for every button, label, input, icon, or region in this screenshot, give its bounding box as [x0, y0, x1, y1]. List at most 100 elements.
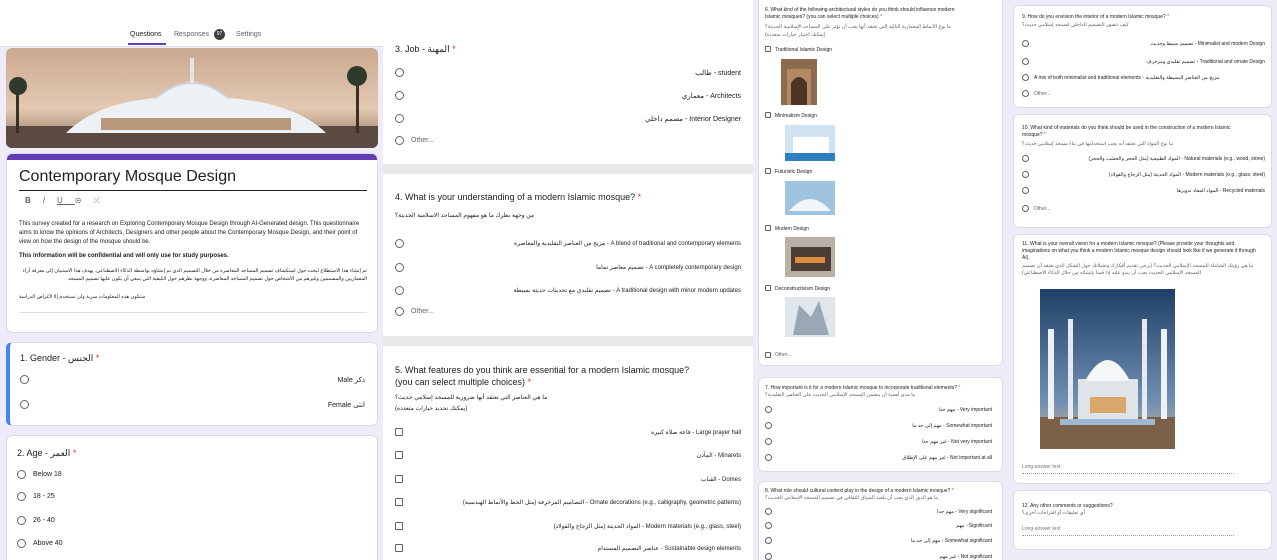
question-card-styles[interactable]: 6. What kind of the following architectu…	[758, 0, 1003, 366]
other-option[interactable]: Other...	[411, 137, 434, 144]
checkbox[interactable]	[395, 428, 403, 436]
radio-button[interactable]	[395, 68, 404, 77]
underline-button[interactable]: U	[57, 196, 75, 205]
form-confidentiality-note[interactable]: This information will be confidential an…	[19, 253, 367, 259]
question-card-traditional-importance[interactable]: 7. How important is it for a modern Isla…	[758, 377, 1003, 472]
question-card-age[interactable]: 2. Age - العمر * Below 18 18 - 25 26 - 4…	[6, 435, 378, 560]
radio-button[interactable]	[395, 91, 404, 100]
option-label: عناصر التصميم المستدام - Sustainable des…	[597, 546, 741, 552]
radio-button[interactable]	[395, 307, 404, 316]
option-label: تصميم تقليدي مع تحديثات حديثة بسيطة - A …	[513, 288, 742, 294]
checkbox[interactable]	[395, 451, 403, 459]
radio-button[interactable]	[395, 114, 404, 123]
other-option[interactable]: Other...	[1034, 91, 1050, 97]
radio-button[interactable]	[395, 263, 404, 272]
question-card-interior[interactable]: 9. How do you envision the interior of a…	[1013, 5, 1272, 108]
radio-button[interactable]	[765, 553, 772, 560]
question-card-gender[interactable]: 1. Gender - الجنس * Male ذكر Female انثى	[6, 342, 378, 426]
long-answer-placeholder[interactable]: Long-answer text	[1022, 526, 1060, 532]
question-title-arabic-note: (يمكنك اختيار خيارات متعددة)	[765, 32, 826, 38]
checkbox[interactable]	[765, 112, 771, 118]
checkbox[interactable]	[395, 475, 403, 483]
checkbox[interactable]	[765, 225, 771, 231]
option-label: مزيج من العناصر التقليدية والمعاصرة - A …	[513, 241, 741, 247]
checkbox[interactable]	[765, 285, 771, 291]
question-card-features[interactable]: 5. What features do you think are essent…	[383, 350, 753, 560]
radio-button[interactable]	[1022, 74, 1029, 81]
radio-button[interactable]	[395, 286, 404, 295]
option-label: 26 - 40	[33, 517, 55, 524]
option-label: مهم إلى حد ما - Somewhat significant	[910, 538, 992, 544]
radio-button[interactable]	[395, 239, 404, 248]
tab-responses[interactable]: Responses	[174, 31, 209, 38]
checkbox[interactable]	[765, 46, 771, 52]
bold-button[interactable]: B	[25, 196, 43, 205]
other-option[interactable]: Other...	[1034, 206, 1050, 212]
radio-button[interactable]	[20, 375, 29, 384]
question-title: 4. What is your understanding of a moder…	[395, 192, 641, 202]
long-answer-placeholder[interactable]: Long-answer text	[1022, 464, 1060, 470]
radio-button[interactable]	[765, 522, 772, 529]
radio-button[interactable]	[765, 438, 772, 445]
radio-button[interactable]	[1022, 58, 1029, 65]
radio-button[interactable]	[765, 537, 772, 544]
required-marker: *	[452, 44, 456, 54]
radio-button[interactable]	[1022, 40, 1029, 47]
question-card-materials[interactable]: 10. What kind of materials do you think …	[1013, 114, 1272, 228]
radio-button[interactable]	[20, 400, 29, 409]
other-option[interactable]: Other...	[411, 308, 434, 315]
option-label: Below 18	[33, 471, 62, 478]
title-underline	[19, 190, 367, 191]
radio-button[interactable]	[1022, 187, 1029, 194]
top-tab-bar: Questions Responses 97 Settings	[0, 0, 383, 47]
checkbox[interactable]	[765, 168, 771, 174]
radio-button[interactable]	[1022, 171, 1029, 178]
radio-button[interactable]	[17, 470, 26, 479]
required-marker: *	[527, 377, 532, 387]
checkbox[interactable]	[765, 352, 771, 358]
radio-button[interactable]	[17, 492, 26, 501]
form-title[interactable]: Contemporary Mosque Design	[19, 168, 236, 186]
radio-button[interactable]	[395, 136, 404, 145]
question-title-arabic: ما نوع الأنماط المعمارية التالية التي تع…	[765, 24, 952, 30]
option-label: تصميم معاصر تماما - A completely contemp…	[596, 265, 741, 271]
clear-format-button[interactable]: ⤫	[94, 196, 112, 205]
radio-button[interactable]	[765, 406, 772, 413]
option-label: Modern Design	[775, 226, 809, 232]
question-card-cultural-context[interactable]: 8. What role should cultural context pla…	[758, 481, 1003, 560]
question-card-overall-vision[interactable]: 11. What is your overall vision for a mo…	[1013, 234, 1272, 484]
radio-button[interactable]	[1022, 90, 1029, 97]
question-title: 12. Any other comments or suggestions?	[1022, 503, 1113, 509]
radio-button[interactable]	[765, 508, 772, 515]
radio-button[interactable]	[17, 516, 26, 525]
option-label: Above 40	[33, 540, 63, 547]
question-card-understanding[interactable]: 4. What is your understanding of a moder…	[383, 176, 753, 336]
tab-questions[interactable]: Questions	[130, 31, 162, 38]
form-editor-column-4: 9. How do you envision the interior of a…	[1008, 0, 1277, 560]
option-label: Traditional Islamic Design	[775, 47, 833, 53]
checkbox[interactable]	[395, 522, 403, 530]
form-description[interactable]: This survey created for a research on Ex…	[19, 220, 367, 247]
radio-button[interactable]	[765, 422, 772, 429]
radio-button[interactable]	[765, 454, 772, 461]
question-title-arabic: ما هي رؤيتك الشاملة للمسجد الإسلامي الحد…	[1022, 263, 1254, 276]
italic-button[interactable]: I	[43, 196, 57, 205]
tab-settings[interactable]: Settings	[236, 31, 261, 38]
radio-button[interactable]	[17, 539, 26, 548]
question-card-comments[interactable]: 12. Any other comments or suggestions? أ…	[1013, 490, 1272, 550]
form-confidentiality-arabic[interactable]: ستكون هذه المعلومات سرية ولن تستخدم إلا …	[19, 294, 367, 300]
required-marker: *	[958, 385, 961, 391]
form-editor-column-3: 6. What kind of the following architectu…	[753, 0, 1008, 560]
question-card-job[interactable]: 3. Job - المهنة * طالب - student معماري …	[383, 0, 753, 160]
radio-button[interactable]	[1022, 205, 1029, 212]
checkbox[interactable]	[395, 544, 403, 552]
option-label: تصميم بسيط وحديث - Minimalist and modern…	[1150, 41, 1265, 47]
question-title-text: 8. What role should cultural context pla…	[765, 488, 951, 494]
radio-button[interactable]	[1022, 155, 1029, 162]
option-label: مهم جدا - Very significant	[937, 509, 992, 515]
checkbox[interactable]	[395, 498, 403, 506]
form-description-arabic[interactable]: تم إنشاء هذا الاستطلاع لبحث حول استكشاف …	[19, 267, 367, 283]
link-button[interactable]: ⊝	[75, 196, 94, 205]
other-option[interactable]: Other...	[775, 352, 791, 358]
deconstructivism-image	[785, 297, 835, 337]
